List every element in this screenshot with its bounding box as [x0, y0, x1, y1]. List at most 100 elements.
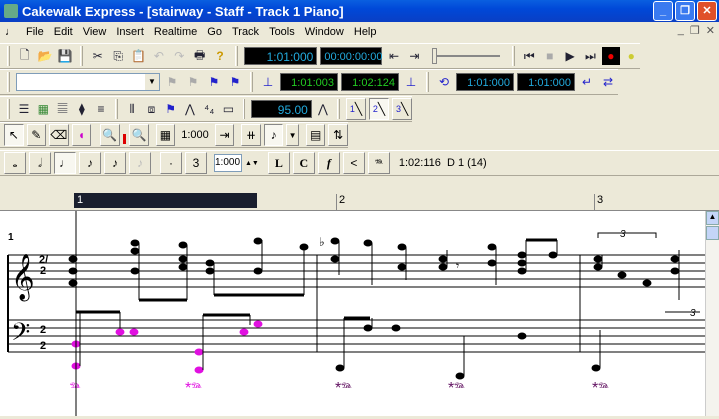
- close-button[interactable]: ✕: [697, 1, 717, 21]
- whole-note-button[interactable]: 𝅝: [4, 152, 26, 174]
- selection-range[interactable]: [74, 193, 257, 208]
- tempo-ratio-3[interactable]: 3 ╲: [392, 98, 413, 120]
- zoom-in-button[interactable]: 🔍: [129, 124, 149, 146]
- prev-marker-icon[interactable]: ⚑: [163, 73, 181, 91]
- event-list-icon[interactable]: ⧫: [74, 100, 90, 118]
- scroll-up-button[interactable]: ▲: [706, 211, 719, 225]
- from-time-display[interactable]: 1:01:003: [280, 73, 338, 91]
- menu-track[interactable]: Track: [227, 26, 264, 38]
- help-icon[interactable]: ?: [211, 47, 228, 65]
- tempo-ratio-1[interactable]: 1 ╲: [345, 98, 367, 120]
- pedal-marks[interactable]: *𝆮 *𝆮 *𝆮: [335, 380, 609, 397]
- zoom-out-button[interactable]: 🔍: [100, 124, 120, 146]
- restore-button[interactable]: ❐: [675, 1, 695, 21]
- loop-start-display[interactable]: 1:01:000: [456, 73, 514, 91]
- doc-icon[interactable]: ♩: [0, 26, 21, 38]
- duration-input[interactable]: 1:000: [214, 154, 242, 172]
- marker-combo[interactable]: ▼: [16, 73, 160, 91]
- menu-window[interactable]: Window: [300, 26, 349, 38]
- menu-realtime[interactable]: Realtime: [149, 26, 202, 38]
- tempo-view-icon[interactable]: ⋀: [182, 100, 198, 118]
- grid-button[interactable]: ▦: [155, 124, 176, 146]
- triplet-button[interactable]: 3: [185, 152, 207, 174]
- layout-button[interactable]: ▤: [305, 124, 326, 146]
- now-time-display[interactable]: 1:01:000: [243, 47, 318, 65]
- sysx-icon[interactable]: ▭: [220, 100, 236, 118]
- snap-to-button[interactable]: ⇥: [214, 124, 235, 146]
- score-canvas[interactable]: 1 𝄞 𝄢 2 2 ♭ 𝄾 3 3 𝆮 *𝆮 *𝆮 *𝆮 *𝆮: [0, 211, 705, 416]
- marker-list-icon[interactable]: ⚑: [226, 73, 244, 91]
- play-icon[interactable]: ▶: [561, 47, 578, 65]
- lyrics-icon[interactable]: ≡: [93, 100, 109, 118]
- video-icon[interactable]: ⧈: [143, 100, 159, 118]
- tempo-insert-icon[interactable]: ⋀: [315, 100, 331, 118]
- half-note-button[interactable]: 𝅗𝅥: [29, 152, 51, 174]
- tempo-ratio-2[interactable]: 2 ╲: [369, 98, 390, 120]
- paste-icon[interactable]: 📋: [130, 47, 147, 65]
- loop-icon[interactable]: ⟲: [435, 73, 453, 91]
- treble-notes[interactable]: [68, 237, 680, 302]
- record-icon[interactable]: ●: [602, 47, 620, 65]
- track-view-icon[interactable]: ☰: [16, 100, 32, 118]
- loop-to-selection-icon[interactable]: ↵: [578, 73, 596, 91]
- copy-icon[interactable]: ⎘: [109, 47, 126, 65]
- mdi-minimize-button[interactable]: _: [678, 24, 684, 37]
- chord-tool[interactable]: C: [292, 152, 315, 174]
- pedal-tool[interactable]: 𝆮: [367, 152, 390, 174]
- print-icon[interactable]: 🖶: [191, 47, 208, 65]
- undo-icon[interactable]: ↶: [150, 47, 167, 65]
- set-thru-icon[interactable]: ⊥: [402, 73, 420, 91]
- rewind-icon[interactable]: ⏮: [521, 47, 538, 65]
- scroll-thumb[interactable]: [706, 226, 719, 240]
- note-value-dropdown[interactable]: ▼: [286, 124, 299, 146]
- staff-pane[interactable]: 1 𝄞 𝄢 2 2 ♭ 𝄾 3 3 𝆮 *𝆮 *𝆮 *𝆮 *𝆮 2/2: [0, 211, 705, 416]
- menu-edit[interactable]: Edit: [49, 26, 78, 38]
- smpte-display[interactable]: 00:00:00:00: [320, 47, 382, 65]
- dotted-button[interactable]: ·: [160, 152, 182, 174]
- open-icon[interactable]: 📂: [36, 47, 53, 65]
- thru-time-display[interactable]: 1:02:124: [341, 73, 399, 91]
- insert-marker-icon[interactable]: ⚑: [205, 73, 223, 91]
- stop-icon[interactable]: ■: [541, 47, 558, 65]
- transpose-button[interactable]: ⇅: [328, 124, 348, 146]
- hairpin-tool[interactable]: <: [342, 152, 365, 174]
- mdi-close-button[interactable]: ✕: [706, 24, 715, 37]
- console-icon[interactable]: ⫴: [124, 100, 140, 118]
- vertical-scrollbar[interactable]: ▲: [705, 211, 719, 416]
- go-from-icon[interactable]: ⇤: [385, 47, 402, 65]
- position-slider[interactable]: [432, 48, 500, 64]
- menu-insert[interactable]: Insert: [111, 26, 149, 38]
- bass-notes[interactable]: [76, 310, 601, 380]
- thirtysecond-note-button[interactable]: ♪: [129, 152, 151, 174]
- set-from-icon[interactable]: ⊥: [259, 73, 277, 91]
- loop-options-icon[interactable]: ⇄: [599, 73, 617, 91]
- save-icon[interactable]: 💾: [57, 47, 74, 65]
- lyric-tool[interactable]: L: [267, 152, 290, 174]
- staff-view-icon[interactable]: 𝄚: [54, 100, 70, 118]
- selected-notes[interactable]: 𝆮 *𝆮: [70, 312, 263, 397]
- menu-tools[interactable]: Tools: [264, 26, 300, 38]
- expression-tool[interactable]: f: [317, 152, 340, 174]
- next-marker-icon[interactable]: ⚑: [184, 73, 202, 91]
- time-ruler[interactable]: 1 2 3: [0, 192, 719, 211]
- scrub-tool[interactable]: ◖: [71, 124, 92, 146]
- sixteenth-note-button[interactable]: ♪: [104, 152, 126, 174]
- mdi-restore-button[interactable]: ❐: [690, 24, 700, 37]
- markers-view-icon[interactable]: ⚑: [163, 100, 179, 118]
- note-value-select[interactable]: ♪: [263, 124, 284, 146]
- erase-tool[interactable]: ⌫: [49, 124, 69, 146]
- piano-roll-icon[interactable]: ▦: [35, 100, 51, 118]
- menu-go[interactable]: Go: [202, 26, 227, 38]
- meter-key-icon[interactable]: ⁴₄: [201, 100, 217, 118]
- menu-view[interactable]: View: [78, 26, 112, 38]
- draw-tool[interactable]: ✎: [26, 124, 47, 146]
- panic-icon[interactable]: ●: [623, 47, 640, 65]
- loop-end-display[interactable]: 1:01:000: [517, 73, 575, 91]
- eighth-note-button[interactable]: ♪: [79, 152, 101, 174]
- go-thru-icon[interactable]: ⇥: [406, 47, 423, 65]
- cut-icon[interactable]: ✂: [89, 47, 106, 65]
- snap-value[interactable]: 1:000: [181, 129, 209, 141]
- duration-spinner[interactable]: ▲▼: [245, 160, 259, 167]
- fill-durations-button[interactable]: ⧺: [241, 124, 261, 146]
- redo-icon[interactable]: ↷: [171, 47, 188, 65]
